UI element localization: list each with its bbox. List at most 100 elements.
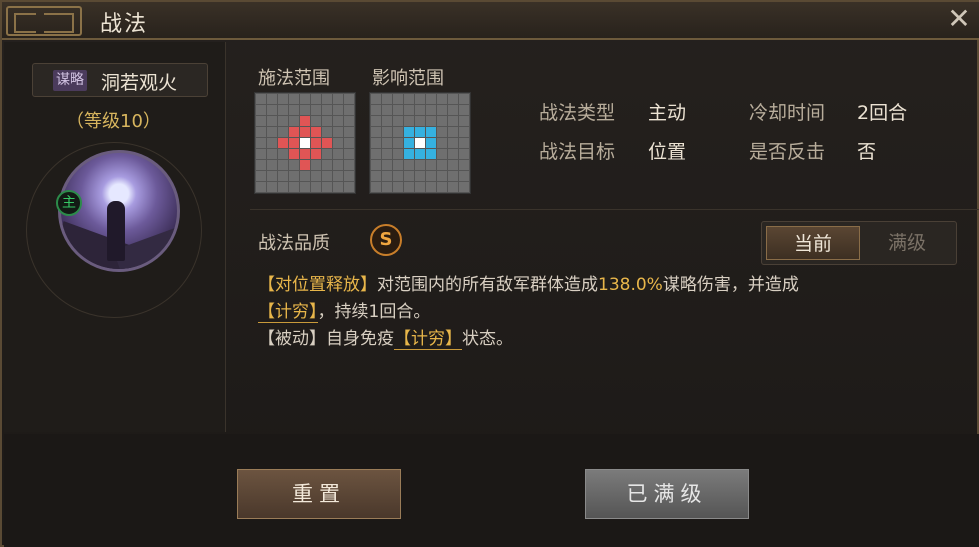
- grid-cell: [393, 138, 403, 148]
- bottom-bar: [4, 434, 979, 547]
- skill-target-label: 战法目标: [539, 141, 616, 163]
- grid-cell: [437, 105, 447, 115]
- grid-cell: [300, 127, 310, 137]
- effect-range-label: 影响范围: [372, 68, 444, 89]
- grid-cell: [459, 171, 469, 181]
- cooldown-label: 冷却时间: [749, 102, 826, 124]
- grid-cell: [437, 182, 447, 192]
- grid-cell: [393, 127, 403, 137]
- description-line-1: 【对位置释放】对范围内的所有敌军群体造成138.0%谋略伤害，并造成: [258, 272, 958, 299]
- grid-cell: [289, 105, 299, 115]
- skill-detail-panel: 施法范围 影响范围 战法类型 主动 冷却时间 2回合 战法目标 位置 是否反击 …: [226, 42, 979, 432]
- grid-cell: [333, 138, 343, 148]
- grid-cell: [300, 171, 310, 181]
- grid-cell: [415, 138, 425, 148]
- skill-target-value: 位置: [648, 141, 687, 163]
- grid-cell: [382, 105, 392, 115]
- description-text: 【被动】自身免疫: [258, 329, 394, 349]
- grid-cell: [289, 182, 299, 192]
- grid-cell: [278, 94, 288, 104]
- toggle-current[interactable]: 当前: [766, 226, 860, 260]
- grid-cell: [448, 160, 458, 170]
- grid-cell: [371, 149, 381, 159]
- effect-range-grid: [369, 92, 471, 194]
- grid-cell: [278, 182, 288, 192]
- grid-cell: [267, 149, 277, 159]
- grid-cell: [289, 127, 299, 137]
- counterattack-value: 否: [857, 141, 877, 163]
- grid-cell: [322, 94, 332, 104]
- reset-button[interactable]: 重置: [237, 469, 401, 519]
- grid-cell: [256, 171, 266, 181]
- grid-cell: [278, 127, 288, 137]
- grid-cell: [415, 105, 425, 115]
- grid-cell: [311, 149, 321, 159]
- grid-cell: [311, 105, 321, 115]
- grid-cell: [393, 182, 403, 192]
- grid-cell: [344, 127, 354, 137]
- grid-cell: [311, 171, 321, 181]
- grid-cell: [300, 105, 310, 115]
- grid-cell: [311, 182, 321, 192]
- grid-cell: [426, 94, 436, 104]
- keyword-link-jiqiong[interactable]: 【计穷】: [258, 302, 318, 323]
- grid-cell: [289, 171, 299, 181]
- grid-cell: [267, 182, 277, 192]
- grid-cell: [404, 171, 414, 181]
- grid-cell: [333, 94, 343, 104]
- grid-cell: [426, 127, 436, 137]
- grid-cell: [426, 182, 436, 192]
- grid-cell: [404, 105, 414, 115]
- grid-cell: [256, 94, 266, 104]
- description-text: ，持续1回合。: [317, 302, 431, 322]
- grid-cell: [415, 116, 425, 126]
- grid-cell: [393, 94, 403, 104]
- grid-cell: [437, 116, 447, 126]
- grid-cell: [415, 171, 425, 181]
- grid-cell: [371, 160, 381, 170]
- description-text: 状态。: [462, 329, 513, 349]
- grid-cell: [322, 149, 332, 159]
- grid-cell: [382, 127, 392, 137]
- grid-cell: [344, 182, 354, 192]
- grid-cell: [289, 116, 299, 126]
- grid-cell: [333, 171, 343, 181]
- grid-cell: [459, 127, 469, 137]
- grid-cell: [256, 116, 266, 126]
- grid-cell: [278, 138, 288, 148]
- cast-range-label: 施法范围: [258, 68, 330, 89]
- grid-cell: [371, 182, 381, 192]
- grid-cell: [415, 94, 425, 104]
- grid-cell: [371, 105, 381, 115]
- grid-cell: [437, 160, 447, 170]
- grid-cell: [267, 160, 277, 170]
- grid-cell: [437, 171, 447, 181]
- close-icon[interactable]: ✕: [945, 5, 973, 34]
- skill-type-label: 战法类型: [539, 102, 616, 124]
- grid-cell: [256, 138, 266, 148]
- grid-cell: [404, 138, 414, 148]
- grid-cell: [448, 182, 458, 192]
- grid-cell: [404, 149, 414, 159]
- skill-name: 洞若观火: [101, 72, 178, 94]
- maxed-button[interactable]: 已满级: [585, 469, 749, 519]
- grid-cell: [344, 149, 354, 159]
- grid-cell: [289, 94, 299, 104]
- grid-cell: [382, 171, 392, 181]
- grid-cell: [256, 149, 266, 159]
- grid-cell: [333, 116, 343, 126]
- grid-cell: [404, 116, 414, 126]
- grid-cell: [311, 160, 321, 170]
- grid-cell: [333, 160, 343, 170]
- grid-cell: [393, 149, 403, 159]
- grid-cell: [448, 149, 458, 159]
- description-text: 谋略伤害，并造成: [662, 275, 799, 295]
- toggle-max-level[interactable]: 满级: [860, 226, 954, 260]
- skill-level: （等级10）: [66, 111, 161, 132]
- cast-range-grid: [254, 92, 356, 194]
- keyword-link-jiqiong[interactable]: 【计穷】: [394, 329, 462, 350]
- grid-cell: [322, 182, 332, 192]
- grid-cell: [382, 94, 392, 104]
- grid-cell: [415, 160, 425, 170]
- grid-cell: [459, 160, 469, 170]
